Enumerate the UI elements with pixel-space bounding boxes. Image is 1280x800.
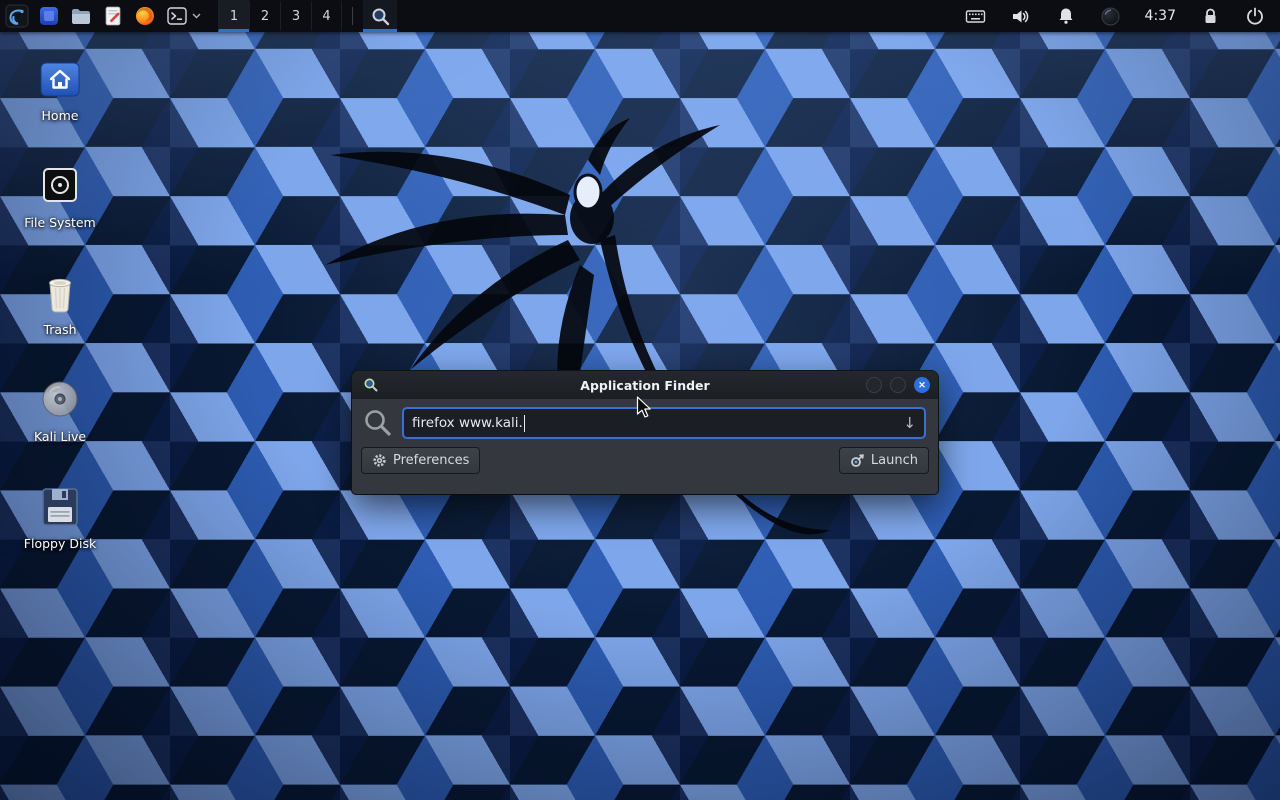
window-title: Application Finder bbox=[580, 378, 709, 393]
disc-icon bbox=[38, 378, 82, 422]
text-editor-launcher[interactable] bbox=[98, 0, 128, 32]
chevron-down-icon bbox=[192, 13, 201, 19]
panel-separator bbox=[352, 7, 353, 25]
power-icon bbox=[1245, 6, 1265, 26]
keyboard-layout-indicator[interactable] bbox=[961, 0, 991, 32]
close-button[interactable]: ✕ bbox=[914, 377, 930, 393]
kali-logo-icon bbox=[5, 4, 29, 28]
lock-indicator[interactable] bbox=[1195, 0, 1225, 32]
top-panel: 1 2 3 4 bbox=[0, 0, 1280, 32]
desktop-icon-floppy-disk[interactable]: Floppy Disk bbox=[8, 484, 112, 551]
titlebar[interactable]: Application Finder ✕ bbox=[352, 371, 938, 399]
preferences-label: Preferences bbox=[393, 453, 469, 468]
system-tray: 4:37 bbox=[961, 0, 1274, 32]
power-button[interactable] bbox=[1240, 0, 1270, 32]
workspace-switcher: 1 2 3 4 bbox=[218, 0, 342, 32]
search-input[interactable]: firefox www.kali. ↓ bbox=[402, 407, 926, 439]
lock-icon bbox=[1201, 7, 1220, 26]
search-icon bbox=[370, 6, 391, 27]
speaker-icon bbox=[1010, 6, 1031, 27]
workspace-1[interactable]: 1 bbox=[218, 0, 249, 32]
home-icon bbox=[38, 57, 82, 101]
desktop-icon-label: Kali Live bbox=[8, 429, 112, 444]
text-caret bbox=[524, 415, 525, 432]
document-editor-icon bbox=[102, 5, 124, 27]
desktop-icon-label: File System bbox=[8, 215, 112, 230]
mouse-cursor bbox=[636, 396, 653, 419]
desktop-icon-label: Floppy Disk bbox=[8, 536, 112, 551]
file-manager-launcher[interactable] bbox=[66, 0, 96, 32]
blue-app-launcher[interactable] bbox=[34, 0, 64, 32]
search-query-text: firefox www.kali. bbox=[412, 415, 523, 431]
notifications-indicator[interactable] bbox=[1051, 0, 1081, 32]
floppy-icon bbox=[38, 485, 82, 529]
folder-icon bbox=[70, 5, 92, 27]
maximize-button[interactable] bbox=[890, 377, 906, 393]
firefox-launcher[interactable] bbox=[130, 0, 160, 32]
workspace-4[interactable]: 4 bbox=[311, 0, 342, 32]
terminal-dropdown-arrow[interactable] bbox=[190, 0, 202, 32]
window-search-icon bbox=[363, 377, 379, 393]
desktop-icon-label: Trash bbox=[8, 322, 112, 337]
terminal-icon bbox=[166, 5, 188, 27]
desktop-icon-label: Home bbox=[8, 108, 112, 123]
panel-clock[interactable]: 4:37 bbox=[1141, 8, 1180, 24]
launch-icon bbox=[850, 453, 865, 468]
kali-menu-button[interactable] bbox=[2, 0, 32, 32]
launch-button[interactable]: Launch bbox=[839, 447, 929, 474]
firefox-icon bbox=[134, 5, 156, 27]
launch-label: Launch bbox=[871, 453, 918, 468]
minimize-button[interactable] bbox=[866, 377, 882, 393]
gear-icon bbox=[372, 453, 387, 468]
desktop-icon-kali-live[interactable]: Kali Live bbox=[8, 377, 112, 444]
dragon-orb bbox=[575, 175, 601, 209]
bell-icon bbox=[1056, 6, 1076, 26]
workspace-2[interactable]: 2 bbox=[249, 0, 280, 32]
application-finder-window: Application Finder ✕ firefox www.kali. ↓… bbox=[352, 371, 938, 494]
preferences-button[interactable]: Preferences bbox=[361, 447, 480, 474]
window-controls: ✕ bbox=[866, 377, 930, 393]
terminal-launcher[interactable] bbox=[162, 0, 192, 32]
kali-dragon-silhouette bbox=[270, 100, 890, 570]
desktop-icon-home[interactable]: Home bbox=[8, 56, 112, 123]
button-row: Preferences Launch bbox=[352, 445, 938, 474]
panel-spacer bbox=[397, 0, 961, 32]
blue-app-icon bbox=[38, 5, 60, 27]
desktop-icon-file-system[interactable]: File System bbox=[8, 163, 112, 230]
drive-icon bbox=[38, 164, 82, 208]
terminal-launcher-group bbox=[162, 0, 202, 32]
desktop-icon-trash[interactable]: Trash bbox=[8, 270, 112, 337]
trash-icon bbox=[38, 271, 82, 315]
volume-indicator[interactable] bbox=[1006, 0, 1036, 32]
keyboard-icon bbox=[965, 6, 986, 27]
input-dropdown-arrow-icon[interactable]: ↓ bbox=[903, 414, 916, 432]
panel-launchers bbox=[2, 0, 202, 32]
search-icon-large bbox=[362, 407, 394, 439]
status-orb-indicator[interactable] bbox=[1096, 0, 1126, 32]
dark-orb-icon bbox=[1100, 6, 1121, 27]
workspace-3[interactable]: 3 bbox=[280, 0, 311, 32]
taskbar-application-finder[interactable] bbox=[363, 0, 397, 32]
